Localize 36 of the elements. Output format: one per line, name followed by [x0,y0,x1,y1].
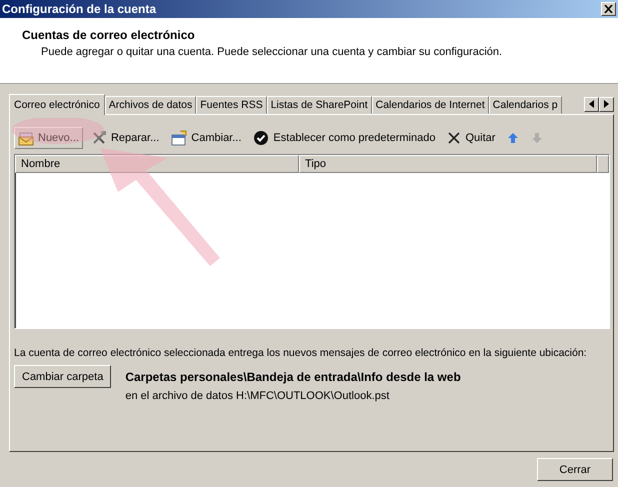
change-folder-button[interactable]: Cambiar carpeta [14,365,112,388]
tab[interactable]: Calendarios p [488,96,562,114]
data-file-path: en el archivo de datos H:\MFC\OUTLOOK\Outlook.pst [125,390,390,402]
scroll-right-button[interactable] [599,96,614,112]
tab[interactable]: Archivos de datos [104,96,196,114]
close-icon [604,5,613,13]
envelope-icon [18,130,34,146]
tab[interactable]: Calendarios de Internet [372,96,489,114]
section-description: Puede agregar o quitar una cuenta. Puede seleccionar una cuenta y cambiar su configuración. [41,46,504,58]
scroll-left-button[interactable] [584,96,599,112]
window-title: Configuración de la cuenta [2,2,156,16]
toolbar-button[interactable]: Cambiar... [167,127,246,149]
toolbar-button[interactable]: Reparar... [86,127,164,149]
checkmark-circle-icon [253,130,270,146]
column-header [597,155,609,173]
close-button[interactable] [601,2,616,16]
toolbar-button[interactable]: Quitar [443,127,500,149]
tab[interactable]: Correo electrónico [9,94,105,115]
delivery-description: La cuenta de correo electrónico seleccionada entrega los nuevos mensajes de correo electrónico en la siguiente ubicación: [14,347,588,359]
column-header[interactable]: Nombre [15,155,300,173]
down-arrow-icon [531,132,544,144]
section-title: Cuentas de correo electrónico [22,28,196,42]
close-icon [447,131,462,145]
close-dialog-button[interactable]: Cerrar [537,458,613,481]
right-triangle-icon [604,100,609,108]
toolbar-button[interactable]: Establecer como predeterminado [249,127,440,149]
folder-path: Carpetas personales\Bandeja de entrada\Info desde la web [125,370,461,384]
tools-icon [90,130,107,146]
up-arrow-icon [507,132,520,144]
column-header[interactable]: Tipo [299,155,597,173]
left-triangle-icon [589,100,594,108]
toolbar-button[interactable]: Nuevo... [14,127,83,149]
form-icon [171,130,188,146]
tab[interactable]: Listas de SharePoint [266,96,372,114]
tab[interactable]: Fuentes RSS [196,96,267,114]
account-list[interactable]: Nombre Tipo [14,154,610,329]
